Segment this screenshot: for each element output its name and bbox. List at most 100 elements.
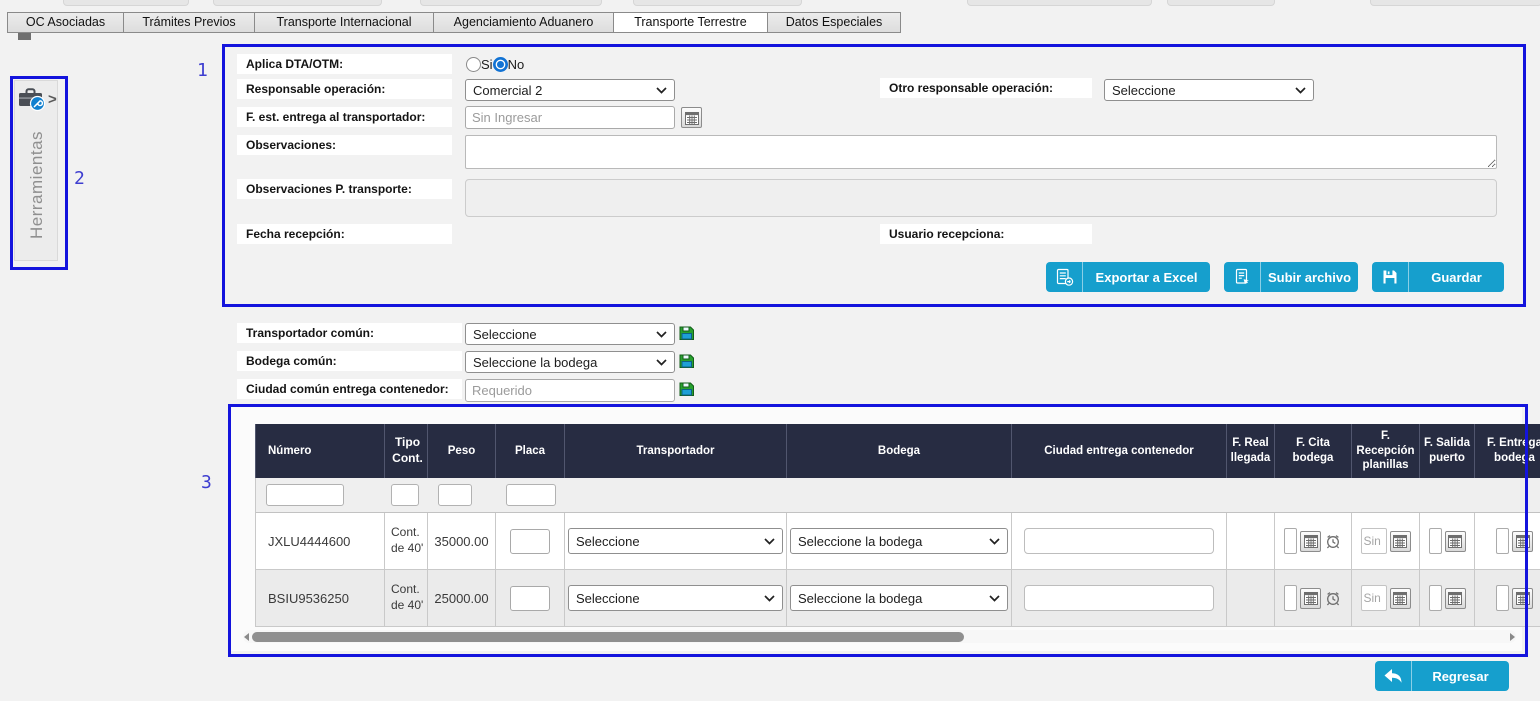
col-header-f-salida-puerto: F. Salida puerto [1420, 424, 1475, 478]
table-row: BSIU9536250 Cont. de 40' 25000.00 Selecc… [255, 570, 1540, 627]
chevron-down-icon [989, 595, 1000, 602]
f-entrega-input[interactable] [1496, 585, 1509, 611]
col-header-placa: Placa [496, 424, 565, 478]
tab-transporte-terrestre[interactable]: Transporte Terrestre [613, 12, 768, 33]
f-recepcion-input[interactable] [1361, 528, 1387, 554]
transportador-row-select[interactable]: Seleccione [568, 585, 783, 611]
filter-placa-input[interactable] [506, 484, 556, 506]
top-fragment [633, 0, 802, 6]
floppy-icon [679, 353, 695, 369]
otro-responsable-select[interactable]: Seleccione [1104, 79, 1314, 101]
back-button[interactable]: Regresar [1375, 661, 1509, 691]
col-header-f-cita-bodega: F. Cita bodega [1275, 424, 1352, 478]
filter-tipo-input[interactable] [391, 484, 419, 506]
f-salida-calendar-button[interactable] [1445, 588, 1466, 609]
scroll-left-arrow[interactable] [244, 633, 249, 641]
f-cita-calendar-button[interactable] [1300, 531, 1321, 552]
responsable-select[interactable]: Comercial 2 [465, 79, 675, 101]
radio-si[interactable] [466, 57, 481, 72]
scrollbar-thumb[interactable] [252, 632, 964, 642]
usuario-recepciona-label: Usuario recepciona: [880, 224, 1092, 244]
bodega-row-value: Seleccione la bodega [798, 591, 922, 606]
cell-f-real-llegada [1227, 513, 1275, 569]
toolbox-icon [17, 86, 47, 112]
bodega-row-select[interactable]: Seleccione la bodega [790, 528, 1008, 554]
col-header-f-real-llegada: F. Real llegada [1227, 424, 1275, 478]
observaciones-textarea[interactable] [465, 135, 1497, 169]
f-recepcion-calendar-button[interactable] [1390, 588, 1411, 609]
alarm-clock-icon[interactable] [1324, 589, 1342, 607]
chevron-right-icon[interactable]: > [48, 91, 57, 108]
filter-peso-input[interactable] [438, 484, 472, 506]
f-recepcion-input[interactable] [1361, 585, 1387, 611]
back-button-label: Regresar [1412, 661, 1509, 691]
export-excel-button[interactable]: Exportar a Excel [1046, 262, 1210, 292]
col-header-numero: Número [255, 424, 385, 478]
chevron-down-icon [1295, 87, 1306, 94]
f-salida-input[interactable] [1429, 528, 1442, 554]
horizontal-scrollbar[interactable] [243, 630, 1516, 643]
tab-tramites-previos[interactable]: Trámites Previos [123, 12, 255, 33]
placa-input[interactable] [510, 529, 550, 554]
tools-panel[interactable]: > Herramientas [14, 80, 58, 261]
bodega-comun-select[interactable]: Seleccione la bodega [465, 351, 675, 373]
bodega-row-select[interactable]: Seleccione la bodega [790, 585, 1008, 611]
chevron-down-icon [656, 87, 667, 94]
tab-datos-especiales[interactable]: Datos Especiales [767, 12, 901, 33]
f-cita-input[interactable] [1284, 528, 1297, 554]
chevron-down-icon [656, 331, 667, 338]
top-fragment [63, 0, 189, 6]
col-header-transportador: Transportador [565, 424, 787, 478]
f-cita-calendar-button[interactable] [1300, 588, 1321, 609]
observaciones-pt-textarea [465, 179, 1497, 217]
fest-entrega-input[interactable] [465, 106, 675, 129]
save-button[interactable]: Guardar [1372, 262, 1504, 292]
alarm-clock-icon[interactable] [1324, 532, 1342, 550]
f-cita-input[interactable] [1284, 585, 1297, 611]
top-fragment [1167, 0, 1275, 6]
f-recepcion-calendar-button[interactable] [1390, 531, 1411, 552]
fest-entrega-calendar-button[interactable] [681, 107, 702, 128]
chevron-down-icon [989, 538, 1000, 545]
cell-peso: 25000.00 [428, 570, 496, 626]
chevron-down-icon [764, 538, 775, 545]
f-entrega-calendar-button[interactable] [1512, 588, 1533, 609]
f-entrega-calendar-button[interactable] [1512, 531, 1533, 552]
save-floppy-icon [1372, 262, 1409, 292]
f-salida-calendar-button[interactable] [1445, 531, 1466, 552]
save-label: Guardar [1409, 262, 1504, 292]
radio-no[interactable] [493, 57, 508, 72]
scroll-right-arrow[interactable] [1510, 633, 1515, 641]
back-arrow-icon [1375, 661, 1412, 691]
cell-peso: 35000.00 [428, 513, 496, 569]
ciudad-entrega-input[interactable] [1024, 528, 1214, 554]
save-ciudad-button[interactable] [679, 381, 695, 402]
ciudad-comun-input[interactable] [465, 379, 675, 402]
col-header-tipo-cont: Tipo Cont. [385, 424, 428, 478]
placa-input[interactable] [510, 586, 550, 611]
calendar-icon [685, 111, 699, 125]
table-header-row: Número Tipo Cont. Peso Placa Transportad… [255, 424, 1540, 478]
save-transportador-button[interactable] [679, 325, 695, 346]
tab-oc-asociadas[interactable]: OC Asociadas [7, 12, 124, 33]
top-fragment [213, 0, 382, 6]
transportador-row-select[interactable]: Seleccione [568, 528, 783, 554]
calendar-icon [1448, 591, 1462, 605]
radio-si-label: Si [481, 57, 493, 72]
filter-numero-input[interactable] [266, 484, 344, 506]
upload-file-icon [1224, 262, 1261, 292]
tab-transporte-internacional[interactable]: Transporte Internacional [254, 12, 434, 33]
upload-file-button[interactable]: Subir archivo [1224, 262, 1358, 292]
cell-f-real-llegada [1227, 570, 1275, 626]
f-salida-input[interactable] [1429, 585, 1442, 611]
annotation-number-2: 2 [74, 168, 85, 189]
col-header-ciudad: Ciudad entrega contenedor [1012, 424, 1227, 478]
observaciones-pt-label: Observaciones P. transporte: [237, 179, 452, 199]
col-header-f-entrega-bodega: F. Entrega bodega [1475, 424, 1540, 478]
f-entrega-input[interactable] [1496, 528, 1509, 554]
col-header-f-recepcion-planillas: F. Recepción planillas [1352, 424, 1420, 478]
tab-agenciamiento-aduanero[interactable]: Agenciamiento Aduanero [433, 12, 614, 33]
transportador-comun-select[interactable]: Seleccione [465, 323, 675, 345]
save-bodega-button[interactable] [679, 353, 695, 374]
ciudad-entrega-input[interactable] [1024, 585, 1214, 611]
